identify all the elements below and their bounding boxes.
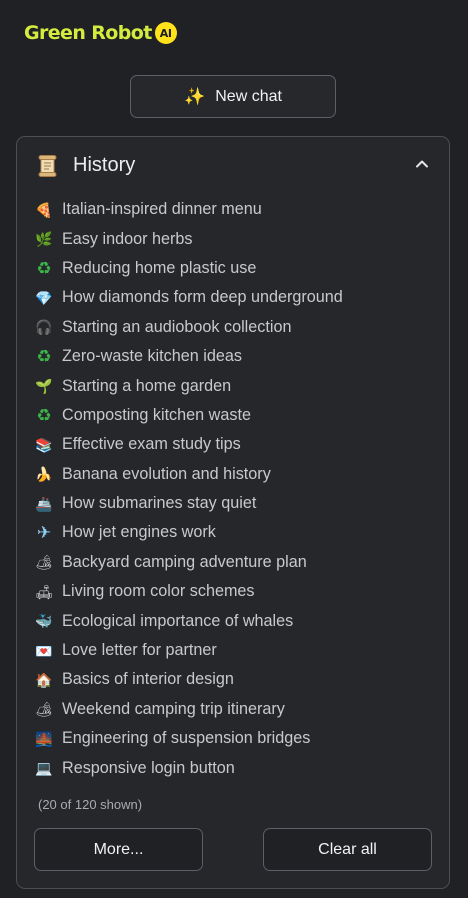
camping-icon: 🏕 xyxy=(35,554,53,571)
history-item-label: Love letter for partner xyxy=(62,641,217,660)
herb-icon: 🌿 xyxy=(35,231,53,248)
history-item[interactable]: 🌱 Starting a home garden xyxy=(33,371,433,400)
brand-name: Green Robot xyxy=(24,22,152,44)
history-item[interactable]: 🚢 How submarines stay quiet xyxy=(33,489,433,518)
history-item-label: Effective exam study tips xyxy=(62,435,241,454)
new-chat-button[interactable]: ✨ New chat xyxy=(130,75,336,118)
recycle-icon: ♻ xyxy=(36,258,52,278)
history-item[interactable]: 🏠 Basics of interior design xyxy=(33,665,433,694)
history-item-label: Composting kitchen waste xyxy=(62,405,251,424)
recycle-icon: ♻ xyxy=(36,405,52,425)
history-panel: History 🍕 Italian-inspired dinner menu 🌿 Ea… xyxy=(16,136,450,889)
history-item-label: Weekend camping trip itinerary xyxy=(62,699,285,718)
history-item-label: Starting an audiobook collection xyxy=(62,317,292,336)
bridge-icon: 🌉 xyxy=(35,730,53,747)
banana-icon: 🍌 xyxy=(35,466,53,483)
laptop-icon: 💻 xyxy=(35,760,53,777)
history-item[interactable]: 📚 Effective exam study tips xyxy=(33,430,433,459)
history-item[interactable]: ♻ Reducing home plastic use xyxy=(33,254,433,283)
history-item[interactable]: 🌿 Easy indoor herbs xyxy=(33,224,433,253)
history-header[interactable]: History xyxy=(17,149,449,183)
history-item-label: Responsive login button xyxy=(62,758,235,777)
history-item-label: Basics of interior design xyxy=(62,670,234,689)
brand-ai-badge: AI xyxy=(154,22,177,44)
history-item[interactable]: 🏕 Weekend camping trip itinerary xyxy=(33,695,433,724)
history-item-label: Starting a home garden xyxy=(62,376,232,395)
history-item[interactable]: ♻ Zero-waste kitchen ideas xyxy=(33,342,433,371)
history-item-label: Living room color schemes xyxy=(62,582,255,601)
love-letter-icon: 💌 xyxy=(35,642,53,659)
history-title: History xyxy=(73,154,136,176)
sidebar-app: Green Robot AI ✨ New chat History 🍕 Ital… xyxy=(0,0,468,898)
headphones-icon: 🎧 xyxy=(35,319,53,336)
scroll-icon xyxy=(37,154,58,178)
pizza-icon: 🍕 xyxy=(35,201,53,218)
history-item[interactable]: 🛋 Living room color schemes xyxy=(33,577,433,606)
house-icon: 🏠 xyxy=(35,671,53,688)
history-item[interactable]: 🎧 Starting an audiobook collection xyxy=(33,313,433,342)
diamond-icon: 💎 xyxy=(35,289,53,306)
history-item-label: Engineering of suspension bridges xyxy=(62,729,311,748)
shown-count: (20 of 120 shown) xyxy=(38,797,143,812)
history-item-label: Zero-waste kitchen ideas xyxy=(62,347,242,366)
ship-icon: 🚢 xyxy=(35,495,53,512)
history-item-label: How jet engines work xyxy=(62,523,216,542)
history-item[interactable]: 🏕 Backyard camping adventure plan xyxy=(33,548,433,577)
history-item[interactable]: 🌉 Engineering of suspension bridges xyxy=(33,724,433,753)
history-item[interactable]: 🍕 Italian-inspired dinner menu xyxy=(33,195,433,224)
history-item[interactable]: ♻ Composting kitchen waste xyxy=(33,401,433,430)
new-chat-label: New chat xyxy=(215,87,282,105)
chevron-up-icon[interactable] xyxy=(409,151,435,177)
books-icon: 📚 xyxy=(35,436,53,453)
history-item-label: Italian-inspired dinner menu xyxy=(62,200,262,219)
history-item-label: Reducing home plastic use xyxy=(62,258,257,277)
history-item[interactable]: 💌 Love letter for partner xyxy=(33,636,433,665)
history-list: 🍕 Italian-inspired dinner menu 🌿 Easy indoo… xyxy=(33,195,433,783)
history-item-label: Easy indoor herbs xyxy=(62,229,193,248)
history-item-label: Ecological importance of whales xyxy=(62,611,294,630)
brand-logo[interactable]: Green Robot AI xyxy=(24,20,177,46)
couch-icon: 🛋 xyxy=(35,583,53,600)
sparkle-icon: ✨ xyxy=(184,86,206,106)
history-item-label: How diamonds form deep underground xyxy=(62,288,343,307)
history-item[interactable]: 💻 Responsive login button xyxy=(33,753,433,782)
history-item[interactable]: 🍌 Banana evolution and history xyxy=(33,460,433,489)
more-button[interactable]: More... xyxy=(34,828,203,871)
camping-icon: 🏕 xyxy=(35,701,53,718)
whale-icon: 🐳 xyxy=(35,613,53,630)
history-item[interactable]: ✈ How jet engines work xyxy=(33,518,433,547)
history-item-label: Backyard camping adventure plan xyxy=(62,552,307,571)
history-item-label: How submarines stay quiet xyxy=(62,494,257,513)
recycle-icon: ♻ xyxy=(36,347,52,367)
history-item[interactable]: 💎 How diamonds form deep underground xyxy=(33,283,433,312)
seedling-icon: 🌱 xyxy=(35,378,53,395)
history-item[interactable]: 🐳 Ecological importance of whales xyxy=(33,606,433,635)
airplane-icon: ✈ xyxy=(36,523,52,543)
history-item-label: Banana evolution and history xyxy=(62,464,271,483)
clear-all-button[interactable]: Clear all xyxy=(263,828,432,871)
